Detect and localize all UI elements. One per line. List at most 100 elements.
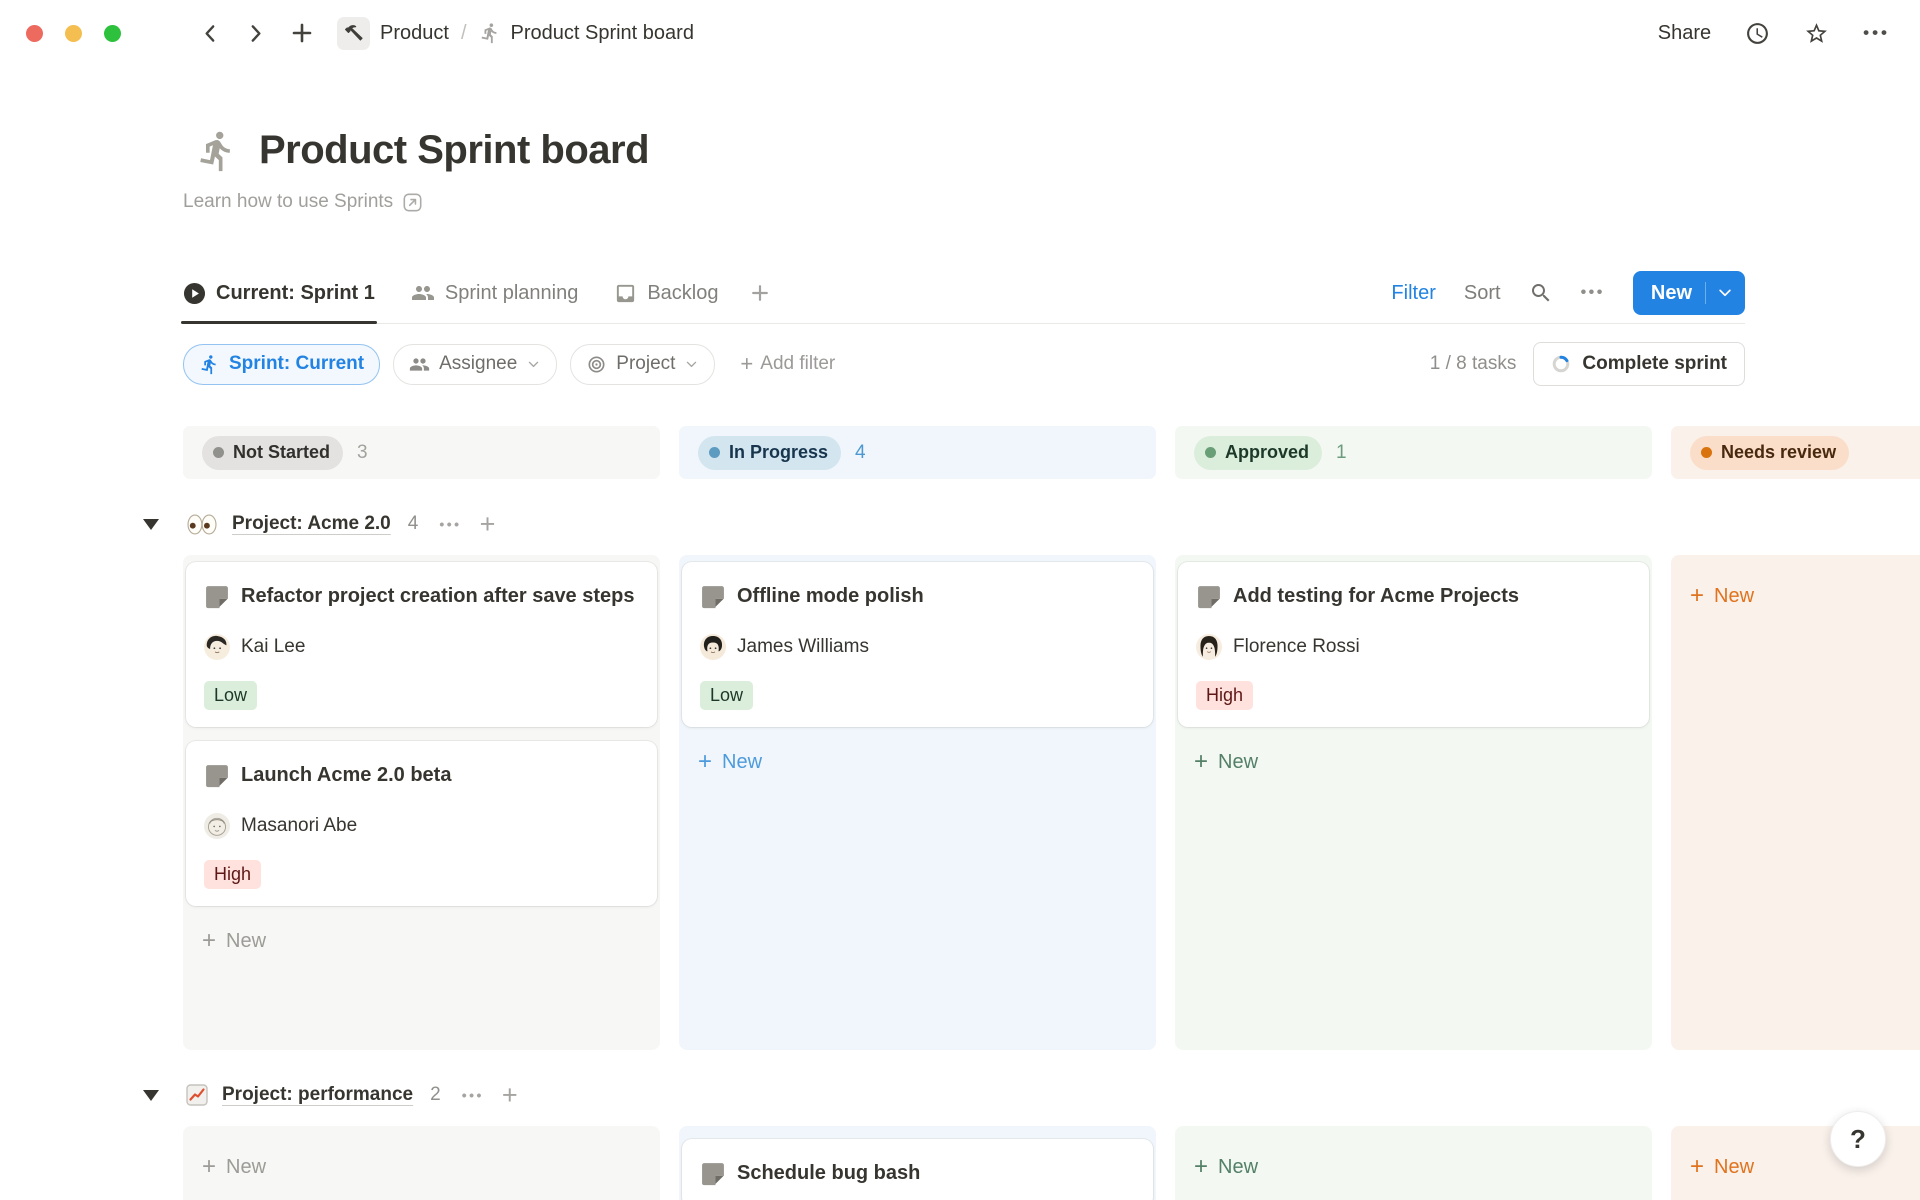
- group-more-icon[interactable]: •••: [439, 516, 461, 532]
- updates-clock-icon[interactable]: [1745, 21, 1770, 46]
- status-pill-needs-review[interactable]: Needs review: [1690, 436, 1849, 470]
- task-card-refactor[interactable]: Refactor project creation after save ste…: [186, 562, 657, 727]
- group-title[interactable]: Project: Acme 2.0: [232, 513, 391, 535]
- collapse-triangle-icon[interactable]: [143, 1090, 159, 1101]
- page-runner-icon: [479, 22, 501, 44]
- assignee-filter-chip[interactable]: Assignee: [393, 344, 557, 385]
- breadcrumb: Product / Product Sprint board: [337, 17, 694, 50]
- zoom-window-button[interactable]: [104, 25, 121, 42]
- status-dot: [1701, 447, 1712, 458]
- sort-button[interactable]: Sort: [1464, 282, 1501, 305]
- plus-icon: +: [740, 353, 753, 375]
- plus-icon: +: [1194, 1155, 1208, 1179]
- stack-approved: + New: [1175, 1126, 1652, 1200]
- card-title: Schedule bug bash: [737, 1156, 920, 1190]
- backlog-box-icon: [614, 282, 637, 305]
- group-more-icon[interactable]: •••: [462, 1087, 484, 1103]
- favorite-star-icon[interactable]: [1804, 21, 1829, 46]
- filter-button[interactable]: Filter: [1391, 282, 1435, 305]
- nav-back-icon[interactable]: [199, 22, 222, 45]
- stack-in-progress: Schedule bug bash: [679, 1126, 1156, 1200]
- tab-current-sprint[interactable]: Current: Sprint 1: [183, 263, 375, 323]
- page-icon: [700, 584, 726, 610]
- new-task-button[interactable]: New: [1633, 271, 1745, 315]
- new-card-button[interactable]: + New: [186, 1146, 657, 1188]
- tab-backlog[interactable]: Backlog: [614, 263, 718, 323]
- project-filter-chip[interactable]: Project: [570, 344, 715, 385]
- assignee-name: James Williams: [737, 636, 869, 658]
- share-button[interactable]: Share: [1658, 22, 1711, 45]
- group-add-icon[interactable]: +: [480, 511, 496, 538]
- plus-icon: +: [202, 929, 216, 953]
- column-count: 4: [855, 442, 866, 464]
- priority-badge: Low: [700, 681, 753, 710]
- more-options-icon[interactable]: •••: [1863, 23, 1890, 43]
- status-dot: [709, 447, 720, 458]
- add-filter-button[interactable]: + Add filter: [740, 353, 835, 375]
- chevron-down-icon[interactable]: [1716, 284, 1745, 302]
- column-count: 3: [357, 442, 368, 464]
- new-card-button[interactable]: + New: [186, 920, 657, 962]
- workspace-hammer-icon[interactable]: [337, 17, 370, 50]
- task-card-bugbash[interactable]: Schedule bug bash: [682, 1139, 1153, 1200]
- group-count: 2: [430, 1084, 441, 1106]
- group-title[interactable]: Project: performance: [222, 1084, 413, 1106]
- page-icon: [204, 763, 230, 789]
- nav-forward-icon[interactable]: [244, 22, 267, 45]
- avatar: [700, 634, 726, 660]
- new-card-button[interactable]: + New: [682, 741, 1153, 783]
- column-count: 1: [1336, 442, 1347, 464]
- avatar: [1196, 634, 1222, 660]
- new-card-button[interactable]: + New: [1674, 1146, 1920, 1188]
- sprint-current-chip[interactable]: Sprint: Current: [183, 344, 380, 385]
- plus-icon: +: [1194, 750, 1208, 774]
- card-title: Refactor project creation after save ste…: [241, 579, 635, 613]
- page-icon: [700, 1161, 726, 1187]
- close-window-button[interactable]: [26, 25, 43, 42]
- new-card-button[interactable]: + New: [1178, 741, 1649, 783]
- stack-approved: Add testing for Acme Projects Florence R…: [1175, 555, 1652, 1050]
- status-pill-in-progress[interactable]: In Progress: [698, 436, 841, 470]
- sidebar-toggle-icon[interactable]: [147, 24, 173, 42]
- status-dot: [1205, 447, 1216, 458]
- learn-sprints-link[interactable]: Learn how to use Sprints: [183, 191, 423, 213]
- status-pill-not-started[interactable]: Not Started: [202, 436, 343, 470]
- priority-badge: High: [1196, 681, 1253, 710]
- complete-sprint-button[interactable]: Complete sprint: [1533, 342, 1745, 386]
- task-card-launch[interactable]: Launch Acme 2.0 beta Masanori Abe High: [186, 741, 657, 906]
- page-icon: [1196, 584, 1222, 610]
- tab-sprint-planning[interactable]: Sprint planning: [411, 263, 578, 323]
- plus-icon: +: [1690, 1155, 1704, 1179]
- task-card-offline[interactable]: Offline mode polish James Williams Low: [682, 562, 1153, 727]
- stack-not-started: Refactor project creation after save ste…: [183, 555, 660, 1050]
- minimize-window-button[interactable]: [65, 25, 82, 42]
- learn-sprints-label: Learn how to use Sprints: [183, 191, 393, 213]
- window-controls: [26, 25, 121, 42]
- window-topbar: Product / Product Sprint board Share •••: [0, 0, 1920, 66]
- new-page-icon[interactable]: [289, 20, 315, 46]
- status-pill-approved[interactable]: Approved: [1194, 436, 1322, 470]
- new-card-button[interactable]: + New: [1674, 575, 1920, 617]
- page-icon-runner[interactable]: [195, 129, 239, 173]
- stack-not-started: + New: [183, 1126, 660, 1200]
- view-tabs-bar: Current: Sprint 1 Sprint planning Backlo…: [183, 263, 1745, 324]
- priority-badge: High: [204, 860, 261, 889]
- people-icon: [409, 354, 430, 375]
- group-add-icon[interactable]: +: [502, 1082, 518, 1109]
- collapse-triangle-icon[interactable]: [143, 519, 159, 530]
- card-title: Offline mode polish: [737, 579, 924, 613]
- view-options-icon[interactable]: •••: [1581, 284, 1605, 302]
- search-icon[interactable]: [1529, 281, 1553, 305]
- new-card-button[interactable]: + New: [1178, 1146, 1649, 1188]
- avatar: [204, 634, 230, 660]
- task-card-testing[interactable]: Add testing for Acme Projects Florence R…: [1178, 562, 1649, 727]
- help-button[interactable]: ?: [1830, 1111, 1886, 1167]
- breadcrumb-page[interactable]: Product Sprint board: [511, 22, 694, 45]
- group-header-performance: Project: performance 2 ••• +: [143, 1077, 1920, 1113]
- group-count: 4: [408, 513, 419, 535]
- add-view-icon[interactable]: [749, 282, 771, 304]
- group-performance-stacks: + New Schedule bug bash + New: [183, 1126, 1920, 1200]
- page-title[interactable]: Product Sprint board: [259, 128, 649, 173]
- breadcrumb-workspace[interactable]: Product: [380, 22, 449, 45]
- column-header-not-started: Not Started 3: [183, 426, 660, 479]
